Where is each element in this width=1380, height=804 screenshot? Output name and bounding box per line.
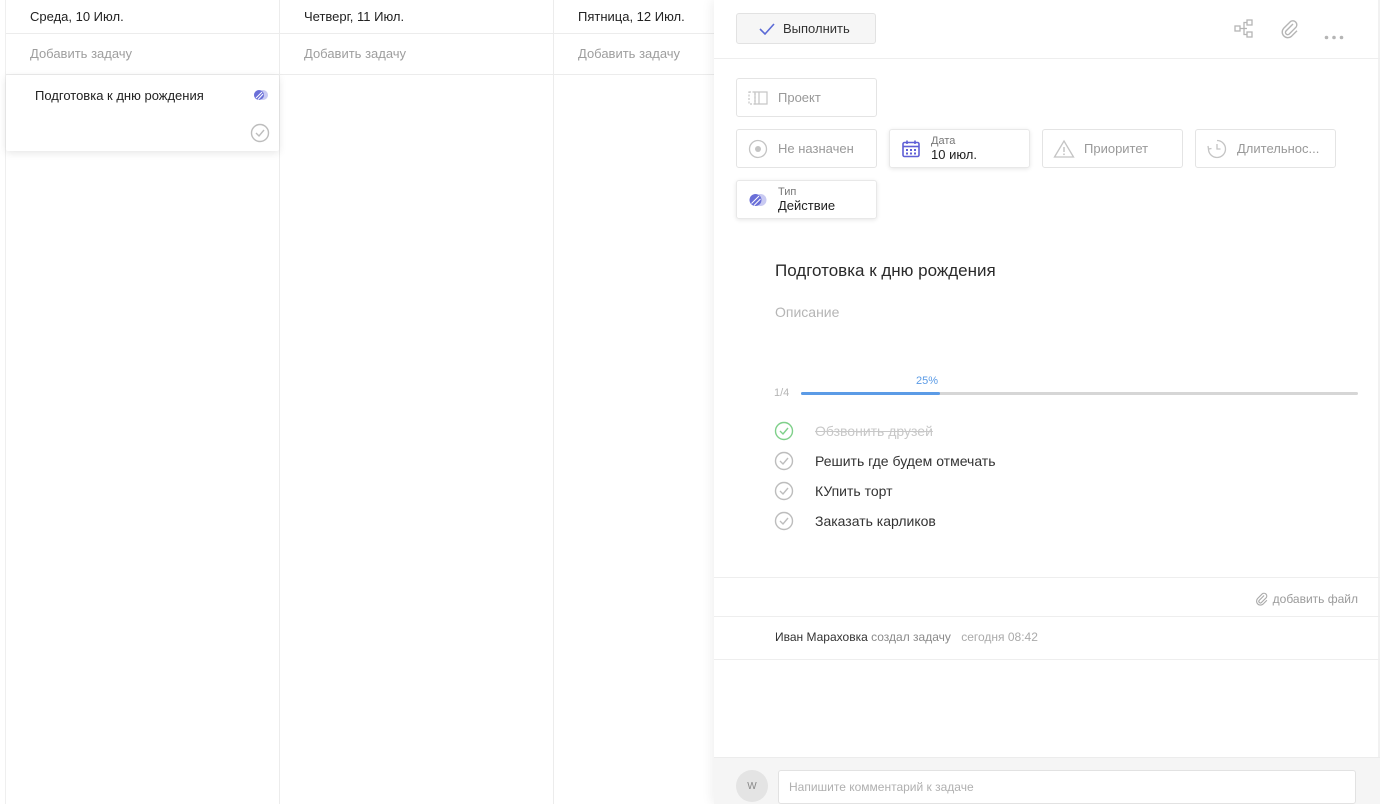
calendar-icon xyxy=(900,138,922,160)
checklist-item[interactable]: Обзвонить друзей xyxy=(774,420,933,442)
checklist-percent: 25% xyxy=(916,375,939,387)
checklist-item-label: КУпить торт xyxy=(815,483,893,499)
date-field[interactable]: Дата 10 июл. xyxy=(889,129,1030,168)
avatar: W xyxy=(736,770,768,802)
task-detail-panel: Выполнить Проект Не назначен Дата 10 июл… xyxy=(714,0,1380,804)
complete-task-label: Выполнить xyxy=(783,21,850,36)
action-type-icon xyxy=(747,189,769,211)
activity-divider xyxy=(714,659,1380,660)
priority-field[interactable]: Приоритет xyxy=(1042,129,1183,168)
comment-bar: W xyxy=(714,757,1380,804)
project-field[interactable]: Проект xyxy=(736,78,877,117)
add-task-link[interactable]: Добавить задачу xyxy=(554,34,724,75)
user-circle-icon xyxy=(747,138,769,160)
type-value: Действие xyxy=(778,198,836,213)
date-value: 10 июл. xyxy=(931,147,977,162)
column-header: Среда, 10 Июл. xyxy=(6,0,279,34)
check-circle-icon[interactable] xyxy=(774,481,794,501)
task-title[interactable]: Подготовка к дню рождения xyxy=(775,261,996,281)
checkmark-icon xyxy=(759,22,775,35)
duration-field[interactable]: Длительнос... xyxy=(1195,129,1336,168)
panel-toolbar: Выполнить xyxy=(714,0,1380,59)
day-column-fri: Пятница, 12 Июл. Добавить задачу xyxy=(554,0,724,804)
checklist-item[interactable]: КУпить торт xyxy=(774,480,893,502)
check-circle-icon[interactable] xyxy=(774,511,794,531)
date-label: Дата xyxy=(931,135,956,147)
checklist-item-label: Обзвонить друзей xyxy=(815,423,933,439)
check-circle-icon[interactable] xyxy=(774,451,794,471)
activity-entry: Иван Мараховка создал задачу сегодня 08:… xyxy=(775,630,1038,644)
task-card[interactable]: Подготовка к дню рождения xyxy=(6,75,279,151)
project-icon xyxy=(747,87,769,109)
activity-time: сегодня 08:42 xyxy=(961,630,1038,644)
column-header: Четверг, 11 Июл. xyxy=(280,0,553,34)
type-field[interactable]: Тип Действие xyxy=(736,180,877,219)
day-column-thu: Четверг, 11 Июл. Добавить задачу xyxy=(280,0,554,804)
activity-user[interactable]: Иван Мараховка xyxy=(775,630,868,644)
add-file-link[interactable]: добавить файл xyxy=(1255,592,1358,606)
type-label: Тип xyxy=(778,186,797,198)
add-file-label: добавить файл xyxy=(1272,592,1358,606)
checklist-progress-fill xyxy=(801,392,941,395)
activity-verb: создал задачу xyxy=(871,630,951,644)
subtasks-tree-icon[interactable] xyxy=(1234,19,1254,44)
add-task-link[interactable]: Добавить задачу xyxy=(280,34,553,75)
assignee-placeholder: Не назначен xyxy=(778,141,854,156)
priority-placeholder: Приоритет xyxy=(1084,141,1149,156)
checklist-item-label: Решить где будем отмечать xyxy=(815,453,996,469)
add-task-link[interactable]: Добавить задачу xyxy=(6,34,279,75)
checklist-progress-bar xyxy=(801,392,1358,395)
check-circle-done-icon[interactable] xyxy=(774,421,794,441)
checklist-item[interactable]: Заказать карликов xyxy=(774,510,936,532)
checklist-item[interactable]: Решить где будем отмечать xyxy=(774,450,996,472)
checklist-item-label: Заказать карликов xyxy=(815,513,936,529)
paperclip-icon xyxy=(1255,592,1267,606)
task-description[interactable]: Описание xyxy=(775,304,839,320)
paperclip-icon[interactable] xyxy=(1280,19,1300,44)
assignee-field[interactable]: Не назначен xyxy=(736,129,877,168)
action-type-icon xyxy=(253,88,269,106)
task-card-title: Подготовка к дню рождения xyxy=(35,88,204,103)
comment-input[interactable] xyxy=(778,770,1356,804)
duration-placeholder: Длительнос... xyxy=(1237,141,1320,156)
warning-triangle-icon xyxy=(1053,138,1075,160)
more-dots-icon[interactable] xyxy=(1324,27,1344,45)
checklist-count: 1/4 xyxy=(774,387,790,399)
attachments-row: добавить файл xyxy=(714,577,1380,617)
task-board: Среда, 10 Июл. Добавить задачу Четверг, … xyxy=(0,0,724,804)
project-placeholder: Проект xyxy=(778,90,821,105)
complete-task-button[interactable]: Выполнить xyxy=(736,13,876,44)
column-header: Пятница, 12 Июл. xyxy=(554,0,724,34)
clock-icon xyxy=(1206,138,1228,160)
check-circle-icon[interactable] xyxy=(250,123,270,148)
